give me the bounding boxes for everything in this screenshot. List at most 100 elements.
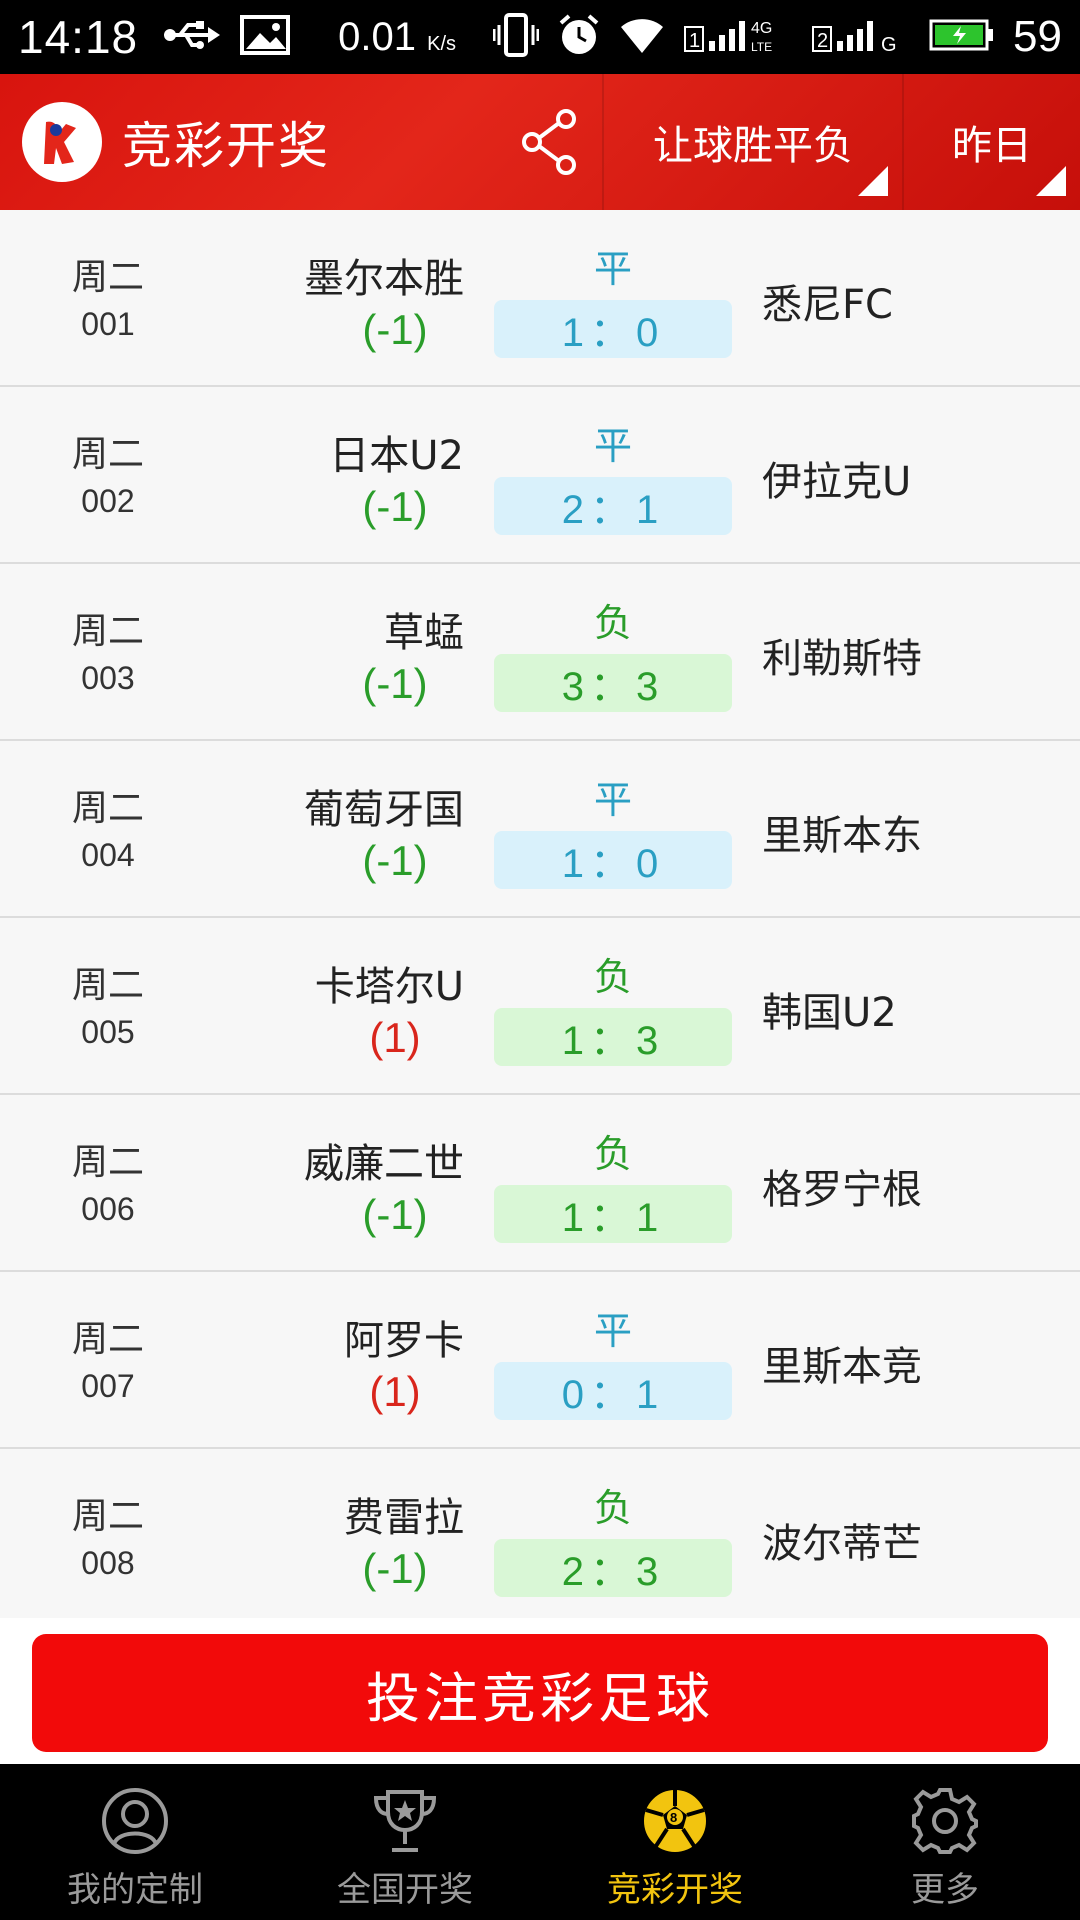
nav-item-national-lottery[interactable]: 全国开奖 bbox=[270, 1764, 540, 1920]
match-row[interactable]: 周二 006 威廉二世 (-1) 负 1：1 格罗宁根 bbox=[0, 1095, 1080, 1272]
dropdown-corner-icon bbox=[858, 166, 888, 196]
match-number: 006 bbox=[81, 1191, 135, 1227]
svg-text:1: 1 bbox=[689, 30, 700, 52]
alarm-icon bbox=[557, 13, 601, 61]
away-team: 利勒斯特 bbox=[762, 636, 922, 682]
match-row[interactable]: 周二 008 费雷拉 (-1) 负 2：3 波尔蒂芒 bbox=[0, 1449, 1080, 1626]
match-score: 1：1 bbox=[494, 1185, 732, 1243]
app-header: 竞彩开奖 让球胜平负 昨日 bbox=[0, 74, 1080, 210]
handicap: (1) bbox=[369, 1014, 421, 1061]
nav-item-my-custom[interactable]: 我的定制 bbox=[0, 1764, 270, 1920]
home-team: 费雷拉 bbox=[344, 1495, 464, 1541]
match-row[interactable]: 周二 002 日本U2 (-1) 平 2：1 伊拉克U bbox=[0, 387, 1080, 564]
match-weekday: 周二 bbox=[71, 965, 144, 1006]
user-icon bbox=[102, 1788, 168, 1854]
match-number: 007 bbox=[81, 1368, 135, 1404]
play-type-dropdown[interactable]: 让球胜平负 bbox=[604, 74, 902, 210]
home-team: 卡塔尔U bbox=[314, 964, 464, 1010]
match-number: 008 bbox=[81, 1545, 135, 1581]
match-row[interactable]: 周二 003 草蜢 (-1) 负 3：3 利勒斯特 bbox=[0, 564, 1080, 741]
away-team: 韩国U2 bbox=[762, 990, 897, 1036]
handicap: (1) bbox=[369, 1368, 421, 1415]
share-button[interactable] bbox=[510, 102, 590, 182]
page-title: 竞彩开奖 bbox=[122, 117, 330, 175]
match-score: 2：3 bbox=[494, 1539, 732, 1597]
handicap: (-1) bbox=[362, 1191, 428, 1238]
match-row[interactable]: 周二 007 阿罗卡 (1) 平 0：1 里斯本竞 bbox=[0, 1272, 1080, 1449]
match-weekday: 周二 bbox=[71, 434, 144, 475]
match-number: 003 bbox=[81, 660, 135, 696]
image-icon bbox=[240, 15, 291, 59]
match-result: 平 bbox=[593, 1309, 632, 1353]
away-team: 伊拉克U bbox=[762, 459, 912, 505]
status-right: 1 4G LTE 2G 59 bbox=[492, 12, 1062, 62]
svg-text:2: 2 bbox=[817, 30, 828, 52]
status-time: 14:18 bbox=[18, 11, 139, 63]
match-score: 3：3 bbox=[494, 654, 732, 712]
football-icon: 8 bbox=[642, 1788, 708, 1854]
share-icon bbox=[522, 109, 576, 175]
match-score: 2：1 bbox=[494, 477, 732, 535]
gear-icon bbox=[912, 1788, 978, 1854]
status-icons: 0.01 K/s bbox=[162, 15, 493, 60]
match-weekday: 周二 bbox=[71, 1319, 144, 1360]
svg-text:G: G bbox=[881, 34, 897, 55]
match-result: 平 bbox=[593, 424, 632, 468]
match-result: 负 bbox=[593, 1486, 632, 1530]
date-filter-label: 昨日 bbox=[952, 123, 1032, 169]
bet-area: 投注竞彩足球 bbox=[0, 1618, 1080, 1764]
match-weekday: 周二 bbox=[71, 1142, 144, 1183]
nav-label: 全国开奖 bbox=[337, 1870, 473, 1910]
svg-text:8: 8 bbox=[670, 1810, 677, 1825]
usb-icon bbox=[162, 18, 222, 56]
battery-icon bbox=[929, 17, 995, 57]
handicap: (-1) bbox=[362, 306, 428, 353]
signal-sim1-icon: 1 4G LTE bbox=[683, 15, 793, 59]
bet-football-button[interactable]: 投注竞彩足球 bbox=[32, 1634, 1048, 1752]
match-number: 005 bbox=[81, 1014, 135, 1050]
home-team: 阿罗卡 bbox=[344, 1318, 464, 1364]
date-filter-dropdown[interactable]: 昨日 bbox=[904, 74, 1080, 210]
match-score: 1：3 bbox=[494, 1008, 732, 1066]
home-team: 墨尔本胜 bbox=[304, 256, 464, 302]
away-team: 悉尼FC bbox=[762, 282, 893, 328]
match-result: 负 bbox=[593, 601, 632, 645]
nav-label: 竞彩开奖 bbox=[607, 1870, 743, 1910]
match-weekday: 周二 bbox=[71, 788, 144, 829]
match-number: 002 bbox=[81, 483, 135, 519]
network-speed: 0.01 K/s bbox=[338, 15, 456, 60]
match-weekday: 周二 bbox=[71, 257, 144, 298]
home-team: 葡萄牙国 bbox=[304, 787, 464, 833]
signal-sim2-icon: 2G bbox=[811, 15, 911, 59]
away-team: 波尔蒂芒 bbox=[762, 1521, 922, 1567]
match-weekday: 周二 bbox=[71, 1496, 144, 1537]
away-team: 里斯本竞 bbox=[762, 1344, 922, 1390]
handicap: (-1) bbox=[362, 837, 428, 884]
wifi-icon bbox=[619, 15, 665, 59]
app-logo bbox=[22, 102, 102, 182]
match-list: 周二 001 墨尔本胜 (-1) 平 1：0 悉尼FC 周二 002 日本U2 (-1) 平 2：1 伊拉… bbox=[0, 210, 1080, 1626]
network-speed-unit: K/s bbox=[427, 32, 457, 55]
nav-label: 更多 bbox=[911, 1870, 979, 1910]
match-weekday: 周二 bbox=[71, 611, 144, 652]
away-team: 里斯本东 bbox=[762, 813, 922, 859]
match-row[interactable]: 周二 005 卡塔尔U (1) 负 1：3 韩国U2 bbox=[0, 918, 1080, 1095]
match-row[interactable]: 周二 001 墨尔本胜 (-1) 平 1：0 悉尼FC bbox=[0, 210, 1080, 387]
match-number: 001 bbox=[81, 306, 135, 342]
home-team: 日本U2 bbox=[329, 433, 464, 479]
match-result: 平 bbox=[593, 778, 632, 822]
match-result: 负 bbox=[593, 955, 632, 999]
svg-text:LTE: LTE bbox=[751, 40, 772, 54]
nav-item-jingcai-lottery[interactable]: 8 竞彩开奖 bbox=[540, 1764, 810, 1920]
match-score: 1：0 bbox=[494, 300, 732, 358]
match-row[interactable]: 周二 004 葡萄牙国 (-1) 平 1：0 里斯本东 bbox=[0, 741, 1080, 918]
battery-level: 59 bbox=[1013, 12, 1062, 61]
away-team: 格罗宁根 bbox=[762, 1167, 922, 1213]
match-score: 0：1 bbox=[494, 1362, 732, 1420]
home-team: 威廉二世 bbox=[304, 1141, 464, 1187]
svg-text:4G: 4G bbox=[751, 20, 772, 37]
home-team: 草蜢 bbox=[384, 610, 464, 656]
nav-item-more[interactable]: 更多 bbox=[810, 1764, 1080, 1920]
match-result: 负 bbox=[593, 1132, 632, 1176]
handicap: (-1) bbox=[362, 483, 428, 530]
